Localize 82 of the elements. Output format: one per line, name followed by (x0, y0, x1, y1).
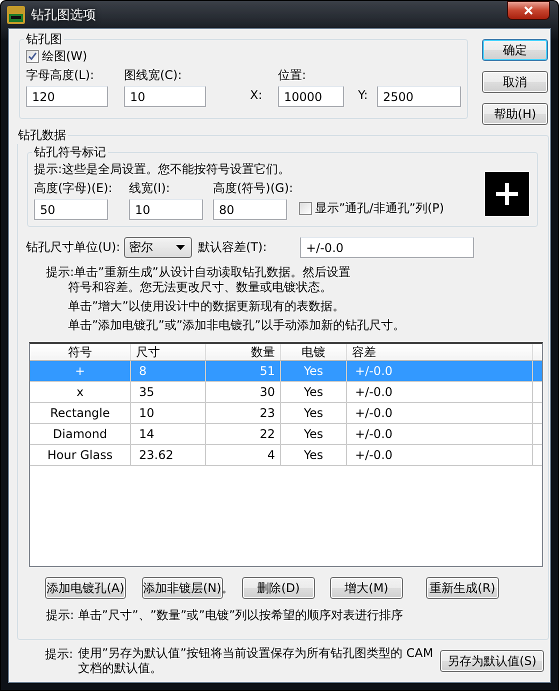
group-title: 钻孔图 (25, 31, 63, 48)
column-header[interactable]: 尺寸 (131, 344, 206, 360)
field-label: 默认容差(T): (198, 239, 268, 256)
table-cell: Hour Glass (30, 445, 131, 465)
field-label: 高度(字母)(E): (34, 180, 114, 197)
caret-icon (176, 245, 185, 250)
table-cell: +/-0.0 (347, 361, 533, 381)
table-row[interactable]: Hour Glass 23.62 4 Yes +/-0.0 (30, 445, 542, 466)
input-field[interactable]: 2500 (377, 86, 461, 107)
draw-checkbox[interactable]: 绘图(W) (26, 48, 461, 65)
table-row[interactable]: Diamond 14 22 Yes +/-0.0 (30, 424, 542, 445)
group-title: 钻孔数据 (17, 127, 67, 144)
hint-text: 提示:单击”重新生成”从设计自动读取钻孔数据。然后设置 符号和容差。您无法更改尺寸、数量或电镀状态。 (46, 265, 352, 295)
hint-label: 提示: (45, 646, 74, 663)
field-label: 图线宽(C): (124, 67, 183, 84)
action-button[interactable]: 添加电镀孔(A) (45, 577, 126, 599)
close-icon (524, 6, 533, 15)
column-header[interactable]: 容差 (347, 344, 533, 360)
field-label: 钻孔尺寸单位(U): (26, 239, 122, 256)
input-field[interactable]: 10 (129, 199, 203, 220)
table-cell: 23 (206, 403, 281, 423)
field-label: 字母高度(L): (26, 67, 96, 84)
table-cell: Yes (281, 403, 347, 423)
table-cell: 4 (206, 445, 281, 465)
table-cell: 22 (206, 424, 281, 444)
table-cell: 35 (131, 382, 206, 402)
table-row[interactable]: x 35 30 Yes +/-0.0 (30, 382, 542, 403)
table-cell: Yes (281, 445, 347, 465)
hint-text: 使用”另存为默认值”按钮将当前设置保存为所有钻孔图类型的 CAM 文档的默认值。 (78, 646, 434, 676)
action-button[interactable]: 增大(M) (330, 577, 403, 599)
input-field[interactable]: 120 (26, 86, 108, 107)
column-header[interactable]: 电镀 (281, 344, 347, 360)
table-cell: 14 (131, 424, 206, 444)
input-field[interactable]: 10000 (278, 86, 344, 107)
action-button[interactable]: 重新生成(R) (426, 577, 499, 599)
table-cell: Yes (281, 382, 347, 402)
field-label: Y: (358, 88, 369, 102)
plus-symbol-preview-icon (485, 172, 529, 216)
action-button[interactable]: 添加非镀层(N)。 (142, 577, 223, 599)
table-cell: 51 (206, 361, 281, 381)
table-cell: Yes (281, 361, 347, 381)
table-cell: Diamond (30, 424, 131, 444)
checkbox-icon (299, 202, 312, 215)
group-title: 钻孔符号标记 (33, 144, 107, 161)
window-title: 钻孔图选项 (31, 6, 97, 24)
units-dropdown[interactable]: 密尔 (124, 237, 192, 258)
table-cell: 23.62 (131, 445, 206, 465)
table-cell: + (30, 361, 131, 381)
column-header[interactable]: 数量 (206, 344, 281, 360)
close-button[interactable] (507, 1, 550, 20)
field-label: 线宽(I): (129, 180, 171, 197)
show-column-checkbox[interactable]: 显示”通孔/非通孔”列(P) (299, 200, 444, 217)
field-label: 高度(符号)(G): (213, 180, 294, 197)
table-cell: +/-0.0 (347, 445, 533, 465)
input-field[interactable]: 50 (34, 199, 108, 220)
dialog-button[interactable]: 帮助(H) (482, 103, 548, 125)
input-field[interactable]: +/-0.0 (300, 237, 474, 258)
table-cell: Rectangle (30, 403, 131, 423)
table-cell: 10 (131, 403, 206, 423)
table-cell: Yes (281, 424, 347, 444)
input-field[interactable]: 80 (213, 199, 287, 220)
field-label: X: (250, 88, 264, 102)
field-label: 位置: (278, 67, 308, 84)
table-cell: +/-0.0 (347, 403, 533, 423)
input-field[interactable]: 10 (124, 86, 206, 107)
dialog-button[interactable]: 取消 (482, 71, 548, 93)
table-cell: 30 (206, 382, 281, 402)
table-cell: 8 (131, 361, 206, 381)
note-text: 单击”添加电镀孔”或”添加非电镀孔”以手动添加新的钻孔尺寸。 (67, 318, 406, 333)
dialog-button[interactable]: 确定 (482, 39, 548, 61)
app-icon (7, 6, 25, 24)
checkbox-icon (26, 50, 39, 63)
action-button[interactable]: 删除(D) (242, 577, 315, 599)
table-cell: +/-0.0 (347, 382, 533, 402)
note-text: 单击”增大”以使用设计中的数据更新现有的表数据。 (67, 299, 346, 314)
save-as-default-button[interactable]: 另存为默认值(S) (440, 650, 544, 672)
column-header[interactable]: 符号 (30, 344, 131, 360)
table-cell: x (30, 382, 131, 402)
hint-text: 提示:这些是全局设置。您不能按符号设置它们。 (34, 161, 292, 178)
hint-text: 提示: 单击”尺寸”、”数量”或”电镀”列以按希望的顺序对表进行排序 (46, 608, 404, 623)
table-row[interactable]: Rectangle 10 23 Yes +/-0.0 (30, 403, 542, 424)
table-cell: +/-0.0 (347, 424, 533, 444)
